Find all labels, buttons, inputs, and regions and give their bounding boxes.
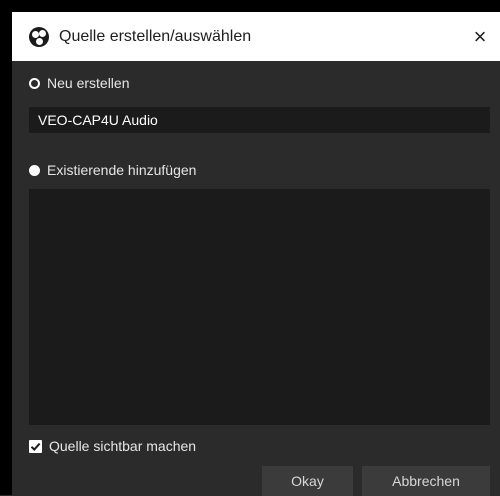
dialog-content: Neu erstellen Existierende hinzufügen Qu…: [12, 61, 500, 496]
obs-logo-icon: [29, 26, 49, 47]
window-title: Quelle erstellen/auswählen: [59, 27, 252, 45]
top-edge: [0, 0, 500, 12]
checkbox-checked-icon: [29, 439, 42, 453]
radio-checked-icon: [29, 164, 40, 176]
radio-unchecked-icon: [29, 77, 40, 89]
okay-button-label: Okay: [291, 473, 324, 489]
create-new-label: Neu erstellen: [47, 75, 130, 91]
existing-sources-list[interactable]: [29, 189, 490, 425]
okay-button[interactable]: Okay: [262, 466, 353, 496]
title-bar: Quelle erstellen/auswählen ×: [12, 12, 500, 61]
cancel-button-label: Abbrechen: [392, 473, 460, 489]
create-new-radio[interactable]: Neu erstellen: [29, 75, 130, 91]
create-select-source-dialog: Quelle erstellen/auswählen × Neu erstell…: [12, 12, 500, 496]
source-visible-checkbox[interactable]: Quelle sichtbar machen: [29, 438, 196, 454]
close-icon: ×: [473, 23, 487, 49]
source-name-input[interactable]: [29, 107, 490, 133]
source-visible-label: Quelle sichtbar machen: [49, 438, 197, 454]
close-button[interactable]: ×: [460, 12, 500, 61]
cancel-button[interactable]: Abbrechen: [362, 466, 490, 496]
add-existing-label: Existierende hinzufügen: [47, 162, 197, 178]
add-existing-radio[interactable]: Existierende hinzufügen: [29, 162, 196, 178]
